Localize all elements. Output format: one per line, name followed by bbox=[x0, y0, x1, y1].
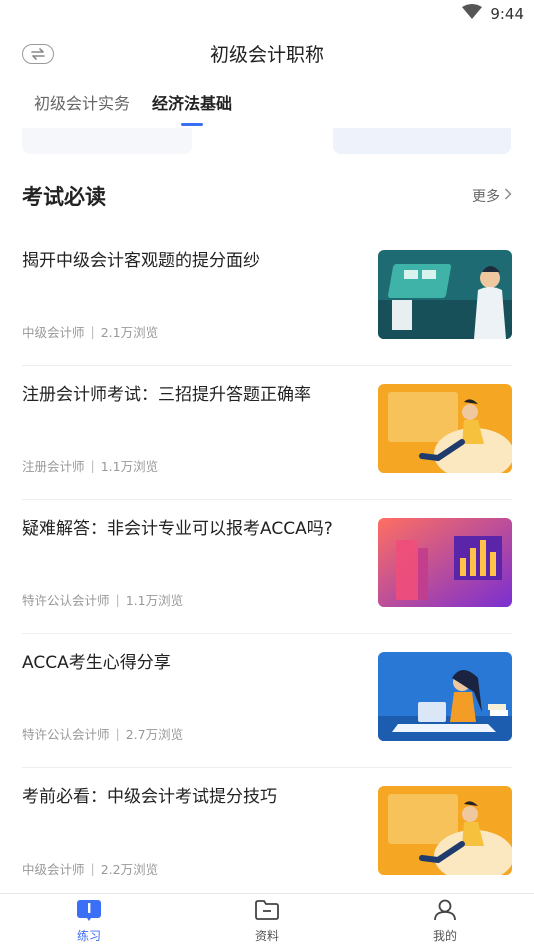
article-title: ACCA考生心得分享 bbox=[22, 653, 171, 673]
article-meta: 特许公认会计师 | 2.7万浏览 bbox=[22, 724, 362, 743]
article-views: 1.1万浏览 bbox=[125, 593, 184, 608]
article-thumbnail bbox=[378, 786, 512, 875]
practice-icon bbox=[76, 899, 102, 925]
article-thumbnail bbox=[378, 250, 512, 339]
active-tab-indicator bbox=[181, 123, 204, 126]
article-thumbnail bbox=[378, 652, 512, 741]
chevron-right-icon bbox=[504, 188, 512, 204]
article-list: 揭开中级会计客观题的提分面纱 中级会计师 | 2.1万浏览 注册会计师考试：三招… bbox=[0, 232, 534, 902]
article-meta: 中级会计师 | 2.1万浏览 bbox=[22, 322, 362, 341]
nav-practice[interactable]: 练习 bbox=[49, 899, 129, 944]
swap-icon bbox=[30, 45, 46, 64]
feature-cards-strip bbox=[0, 128, 534, 158]
header: 初级会计职称 bbox=[0, 30, 534, 76]
nav-label: 练习 bbox=[76, 929, 101, 943]
article-thumbnail bbox=[378, 518, 512, 607]
more-link[interactable]: 更多 bbox=[472, 186, 512, 206]
article-views: 2.1万浏览 bbox=[100, 325, 159, 340]
article-views: 2.7万浏览 bbox=[125, 727, 184, 742]
article-category: 中级会计师 bbox=[22, 325, 85, 340]
article-thumbnail bbox=[378, 384, 512, 473]
article-title: 疑难解答：非会计专业可以报考ACCA吗? bbox=[22, 519, 333, 539]
nav-label: 资料 bbox=[254, 929, 279, 943]
article-item[interactable]: 考前必看：中级会计考试提分技巧 中级会计师 | 2.2万浏览 bbox=[22, 768, 512, 902]
meta-separator: | bbox=[90, 324, 95, 339]
subject-tabs: 初级会计实务 经济法基础 bbox=[0, 76, 534, 128]
tab-practice-accounting[interactable]: 初级会计实务 bbox=[34, 90, 130, 114]
meta-separator: | bbox=[90, 861, 95, 876]
switch-exam-button[interactable] bbox=[22, 44, 54, 64]
article-item[interactable]: 疑难解答：非会计专业可以报考ACCA吗? 特许公认会计师 | 1.1万浏览 bbox=[22, 500, 512, 634]
more-label: 更多 bbox=[472, 189, 500, 205]
article-views: 1.1万浏览 bbox=[100, 459, 159, 474]
article-item[interactable]: ACCA考生心得分享 特许公认会计师 | 2.7万浏览 bbox=[22, 634, 512, 768]
nav-profile[interactable]: 我的 bbox=[405, 899, 485, 944]
user-icon bbox=[432, 899, 458, 925]
article-category: 特许公认会计师 bbox=[22, 593, 110, 608]
meta-separator: | bbox=[90, 458, 95, 473]
article-text: 考前必看：中级会计考试提分技巧 中级会计师 | 2.2万浏览 bbox=[22, 786, 378, 902]
article-title: 考前必看：中级会计考试提分技巧 bbox=[22, 787, 277, 807]
article-meta: 中级会计师 | 2.2万浏览 bbox=[22, 859, 362, 878]
article-views: 2.2万浏览 bbox=[100, 862, 159, 877]
tab-label: 经济法基础 bbox=[152, 94, 233, 113]
article-category: 注册会计师 bbox=[22, 459, 85, 474]
article-category: 中级会计师 bbox=[22, 862, 85, 877]
feature-card[interactable] bbox=[333, 128, 511, 154]
article-item[interactable]: 揭开中级会计客观题的提分面纱 中级会计师 | 2.1万浏览 bbox=[22, 232, 512, 366]
article-text: ACCA考生心得分享 特许公认会计师 | 2.7万浏览 bbox=[22, 652, 378, 767]
article-text: 疑难解答：非会计专业可以报考ACCA吗? 特许公认会计师 | 1.1万浏览 bbox=[22, 518, 378, 633]
bottom-nav: 练习 资料 我的 bbox=[0, 893, 534, 949]
status-right: 9:44 bbox=[462, 4, 524, 24]
status-time: 9:44 bbox=[490, 5, 524, 23]
article-text: 注册会计师考试：三招提升答题正确率 注册会计师 | 1.1万浏览 bbox=[22, 384, 378, 499]
section-title: 考试必读 bbox=[22, 185, 106, 209]
nav-materials[interactable]: 资料 bbox=[227, 899, 307, 944]
article-title: 注册会计师考试：三招提升答题正确率 bbox=[22, 385, 311, 405]
section-header: 考试必读 更多 bbox=[0, 160, 534, 232]
tab-economic-law[interactable]: 经济法基础 bbox=[152, 90, 233, 126]
folder-icon bbox=[254, 899, 280, 925]
article-meta: 特许公认会计师 | 1.1万浏览 bbox=[22, 590, 362, 609]
nav-label: 我的 bbox=[432, 929, 457, 943]
article-meta: 注册会计师 | 1.1万浏览 bbox=[22, 456, 362, 475]
meta-separator: | bbox=[115, 726, 120, 741]
article-title: 揭开中级会计客观题的提分面纱 bbox=[22, 251, 260, 271]
article-category: 特许公认会计师 bbox=[22, 727, 110, 742]
tab-label: 初级会计实务 bbox=[34, 94, 131, 113]
status-bar: 9:44 bbox=[0, 0, 534, 30]
wifi-icon bbox=[462, 4, 483, 24]
page-title: 初级会计职称 bbox=[209, 43, 324, 66]
article-text: 揭开中级会计客观题的提分面纱 中级会计师 | 2.1万浏览 bbox=[22, 250, 378, 365]
feature-card[interactable] bbox=[22, 128, 192, 154]
article-item[interactable]: 注册会计师考试：三招提升答题正确率 注册会计师 | 1.1万浏览 bbox=[22, 366, 512, 500]
meta-separator: | bbox=[115, 592, 120, 607]
